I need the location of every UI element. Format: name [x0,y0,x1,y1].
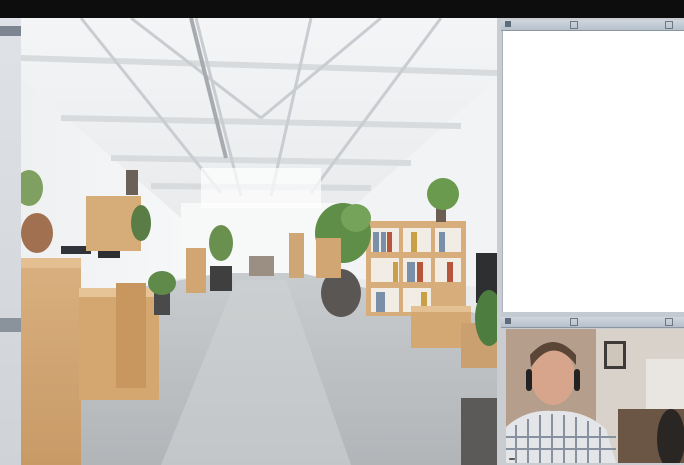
participant-video[interactable] [506,329,684,463]
participant-avatar [506,329,684,463]
participant-name-tag [509,458,515,460]
restore-icon[interactable] [570,318,578,326]
panel-icon [505,21,511,27]
office-photo-image [21,18,497,465]
close-icon[interactable] [665,318,673,326]
video-panel-header[interactable] [501,317,684,328]
background-window[interactable] [0,18,21,465]
background-window-divider [0,318,21,332]
background-window-header [0,26,21,36]
notes-panel-body[interactable] [502,31,684,312]
notes-panel-header[interactable] [501,20,684,31]
close-icon[interactable] [665,21,673,29]
shared-screen-view[interactable] [21,18,497,465]
panel-icon [505,318,511,324]
window-title-bar [0,0,684,18]
restore-icon[interactable] [570,21,578,29]
